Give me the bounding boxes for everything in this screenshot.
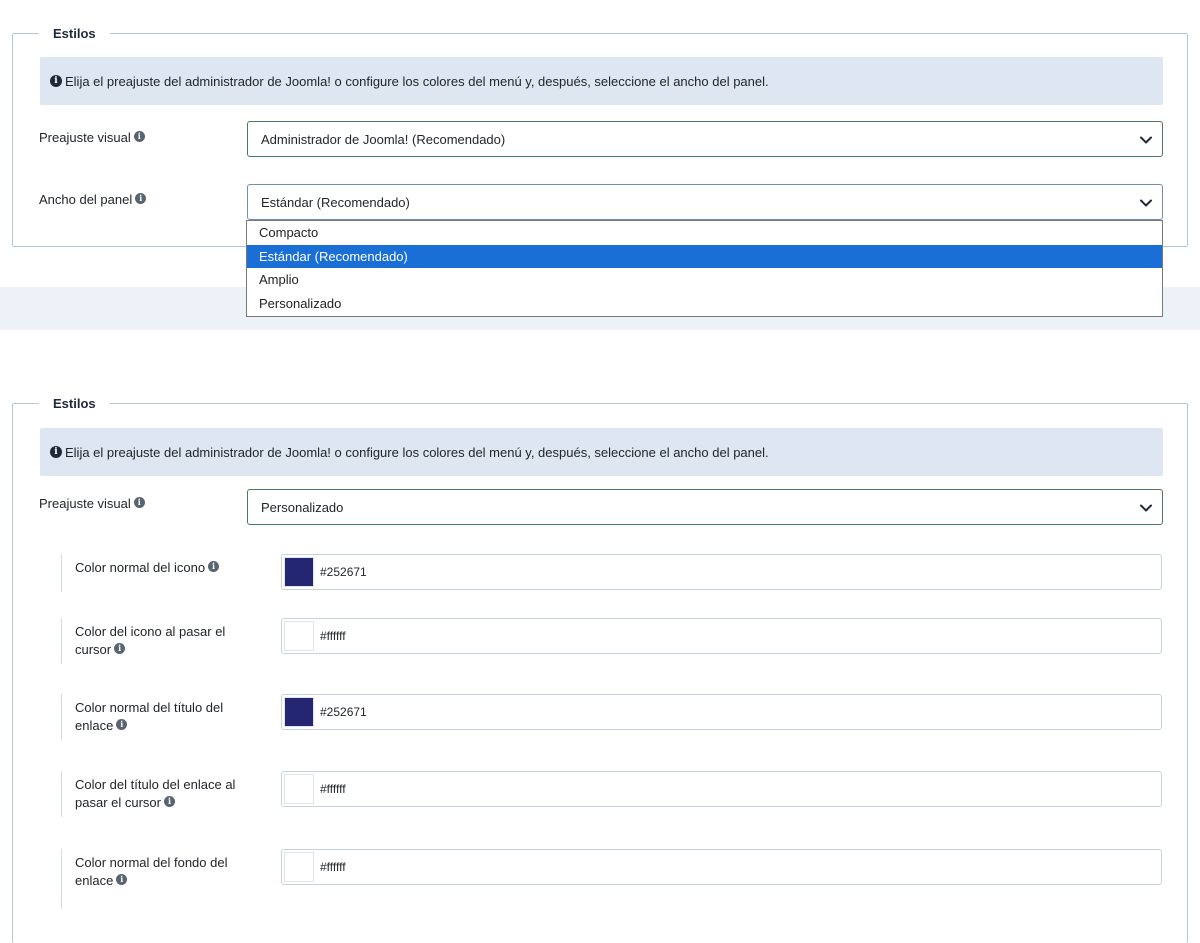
fieldset-legend: Estilos	[39, 25, 110, 42]
chevron-down-icon	[1140, 136, 1152, 144]
color-value: #252671	[320, 565, 367, 579]
visual-preset-label: Preajuste visual i	[39, 130, 145, 145]
color-swatch[interactable]	[284, 621, 314, 651]
option-wide[interactable]: Amplio	[247, 268, 1162, 292]
visual-preset-select[interactable]: Personalizado	[247, 489, 1163, 525]
icon-hover-color-input[interactable]: #ffffff	[281, 618, 1162, 654]
info-tooltip-icon[interactable]: i	[116, 874, 128, 885]
option-standard[interactable]: Estándar (Recomendado)	[247, 244, 1162, 268]
link-background-normal-color-label: Color normal del fondo del enlace i	[75, 855, 228, 888]
panel-width-options-list: Compacto Estándar (Recomendado) Amplio P…	[246, 220, 1163, 317]
color-value: #252671	[320, 705, 367, 719]
visual-preset-label: Preajuste visual i	[39, 496, 145, 511]
styles-pane-dropdown-open: Estilos i Elija el preajuste del administ…	[0, 0, 1200, 330]
visual-preset-value: Administrador de Joomla! (Recomendado)	[261, 131, 506, 147]
alert-text: Elija el preajuste del administrador de …	[65, 73, 769, 89]
color-value: #ffffff	[320, 782, 346, 796]
link-title-hover-color-input[interactable]: #ffffff	[281, 771, 1162, 807]
option-custom[interactable]: Personalizado	[247, 292, 1162, 316]
info-alert: i Elija el preajuste del administrador de…	[40, 57, 1163, 105]
color-value: #ffffff	[320, 860, 346, 874]
row-rule	[61, 771, 62, 817]
row-rule	[61, 849, 62, 909]
styles-pane-custom: Estilos i Elija el preajuste del administ…	[0, 385, 1200, 943]
info-tooltip-icon[interactable]: i	[208, 561, 220, 572]
fieldset-legend: Estilos	[39, 395, 110, 412]
info-tooltip-icon[interactable]: i	[133, 131, 145, 142]
info-tooltip-icon[interactable]: i	[163, 796, 175, 807]
row-rule	[61, 618, 62, 664]
link-background-normal-color-input[interactable]: #ffffff	[281, 849, 1162, 885]
chevron-down-icon	[1140, 199, 1152, 207]
info-tooltip-icon[interactable]: i	[133, 497, 145, 508]
row-rule	[61, 554, 62, 592]
info-tooltip-icon[interactable]: i	[135, 193, 147, 204]
panel-width-label: Ancho del panel i	[39, 192, 147, 207]
visual-preset-value: Personalizado	[261, 499, 344, 515]
icon-normal-color-label: Color normal del icono i	[75, 559, 255, 577]
styles-fieldset: Estilos i Elija el preajuste del administ…	[12, 25, 1188, 247]
color-swatch[interactable]	[284, 774, 314, 804]
visual-preset-select[interactable]: Administrador de Joomla! (Recomendado)	[247, 121, 1163, 157]
info-circle-icon: i	[50, 446, 62, 458]
icon-normal-color-input[interactable]: #252671	[281, 554, 1162, 590]
info-tooltip-icon[interactable]: i	[114, 643, 126, 654]
color-swatch[interactable]	[284, 557, 314, 587]
link-title-normal-color-label: Color normal del título del enlace i	[75, 700, 224, 733]
chevron-down-icon	[1140, 504, 1152, 512]
alert-text: Elija el preajuste del administrador de …	[65, 444, 769, 460]
styles-fieldset: Estilos i Elija el preajuste del administ…	[12, 395, 1188, 943]
color-swatch[interactable]	[284, 852, 314, 882]
color-value: #ffffff	[320, 629, 346, 643]
panel-width-select[interactable]: Estándar (Recomendado)	[247, 184, 1163, 220]
info-alert: i Elija el preajuste del administrador de…	[40, 428, 1163, 476]
color-swatch[interactable]	[284, 697, 314, 727]
row-rule	[61, 694, 62, 740]
option-compact[interactable]: Compacto	[247, 221, 1162, 245]
info-tooltip-icon[interactable]: i	[116, 719, 128, 730]
panel-width-value: Estándar (Recomendado)	[261, 194, 410, 210]
link-title-hover-color-label: Color del título del enlace al pasar el …	[75, 777, 236, 810]
link-title-normal-color-input[interactable]: #252671	[281, 694, 1162, 730]
icon-hover-color-label: Color del icono al pasar el cursor i	[75, 624, 226, 657]
info-circle-icon: i	[50, 75, 62, 87]
